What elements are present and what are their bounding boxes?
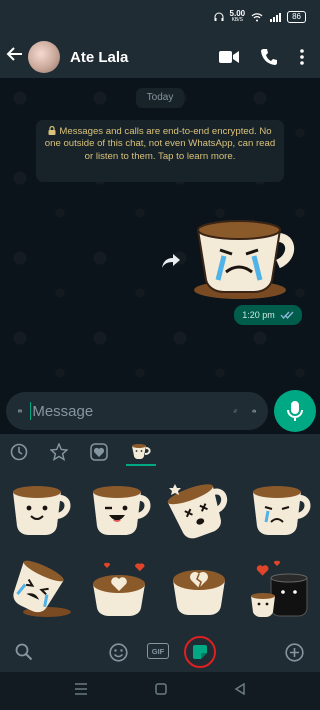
add-icon[interactable]	[284, 642, 304, 662]
heart-icon[interactable]	[86, 439, 112, 465]
keyboard-icon[interactable]	[18, 404, 22, 418]
net-speed-value: 5.00	[229, 9, 246, 18]
status-indicators: 5.00 KB/S 86	[214, 10, 306, 24]
message-input-box[interactable]	[6, 392, 268, 430]
signal-icon	[270, 13, 282, 22]
message-input[interactable]	[30, 401, 234, 421]
search-icon[interactable]	[14, 642, 34, 662]
battery-indicator: 86	[287, 11, 306, 23]
system-nav-bar	[0, 672, 320, 710]
coffee-pack-icon[interactable]	[126, 438, 156, 466]
double-check-icon	[280, 311, 294, 319]
camera-icon[interactable]	[252, 400, 256, 422]
paperclip-icon[interactable]	[233, 400, 238, 422]
crying-coffee-cup-sticker	[194, 220, 294, 299]
sticker-panel	[0, 434, 320, 632]
emoji-icon[interactable]	[108, 642, 128, 662]
winking-cup-sticker[interactable]	[80, 470, 160, 550]
keyboard-toolbar: GIF	[0, 632, 320, 672]
mic-button[interactable]	[274, 390, 316, 432]
status-bar: 5.00 KB/S 86	[0, 0, 320, 36]
crying-spill-cup-sticker[interactable]	[0, 550, 80, 630]
video-call-icon[interactable]	[218, 46, 240, 68]
avatar[interactable]	[28, 41, 60, 73]
lock-icon	[48, 125, 56, 135]
net-speed-unit: KB/S	[231, 17, 243, 23]
gif-icon[interactable]: GIF	[147, 643, 169, 659]
encryption-notice-text: Messages and calls are end-to-end encryp…	[44, 126, 276, 162]
mic-icon	[287, 401, 303, 421]
sticker-icon[interactable]	[184, 636, 216, 668]
home-nav-icon[interactable]	[155, 682, 167, 700]
star-icon[interactable]	[46, 439, 72, 465]
encryption-notice[interactable]: Messages and calls are end-to-end encryp…	[36, 120, 284, 182]
heart-latte-sticker[interactable]	[80, 550, 160, 630]
contact-name[interactable]: Ate Lala	[70, 49, 218, 66]
arrow-left-icon[interactable]	[4, 45, 26, 69]
recents-nav-icon[interactable]	[74, 682, 88, 700]
more-vertical-icon[interactable]	[298, 46, 306, 68]
header-actions	[218, 46, 306, 68]
sticker-message[interactable]	[188, 208, 300, 304]
message-composer	[0, 388, 320, 434]
smiling-cup-sticker[interactable]	[0, 470, 80, 550]
broken-heart-latte-sticker[interactable]	[160, 550, 240, 630]
dizzy-cup-sticker[interactable]	[160, 470, 240, 550]
cups-with-hearts-sticker[interactable]	[240, 550, 320, 630]
sad-cup-sticker[interactable]	[240, 470, 320, 550]
sticker-tabs	[0, 434, 320, 470]
sticker-grid	[0, 470, 320, 630]
gif-label: GIF	[151, 646, 165, 656]
date-separator: Today	[136, 88, 184, 108]
net-speed: 5.00 KB/S	[230, 10, 246, 24]
recent-icon[interactable]	[6, 439, 32, 465]
headphones-icon	[214, 12, 224, 21]
phone-icon[interactable]	[258, 46, 280, 68]
message-time: 1:20 pm	[242, 310, 275, 320]
forward-icon[interactable]	[158, 248, 184, 274]
message-time-bubble: 1:20 pm	[234, 305, 302, 325]
chat-header: Ate Lala	[0, 36, 320, 78]
chat-area[interactable]: Today Messages and calls are end-to-end …	[0, 78, 320, 388]
wifi-icon	[251, 13, 263, 22]
back-nav-icon[interactable]	[234, 682, 246, 700]
